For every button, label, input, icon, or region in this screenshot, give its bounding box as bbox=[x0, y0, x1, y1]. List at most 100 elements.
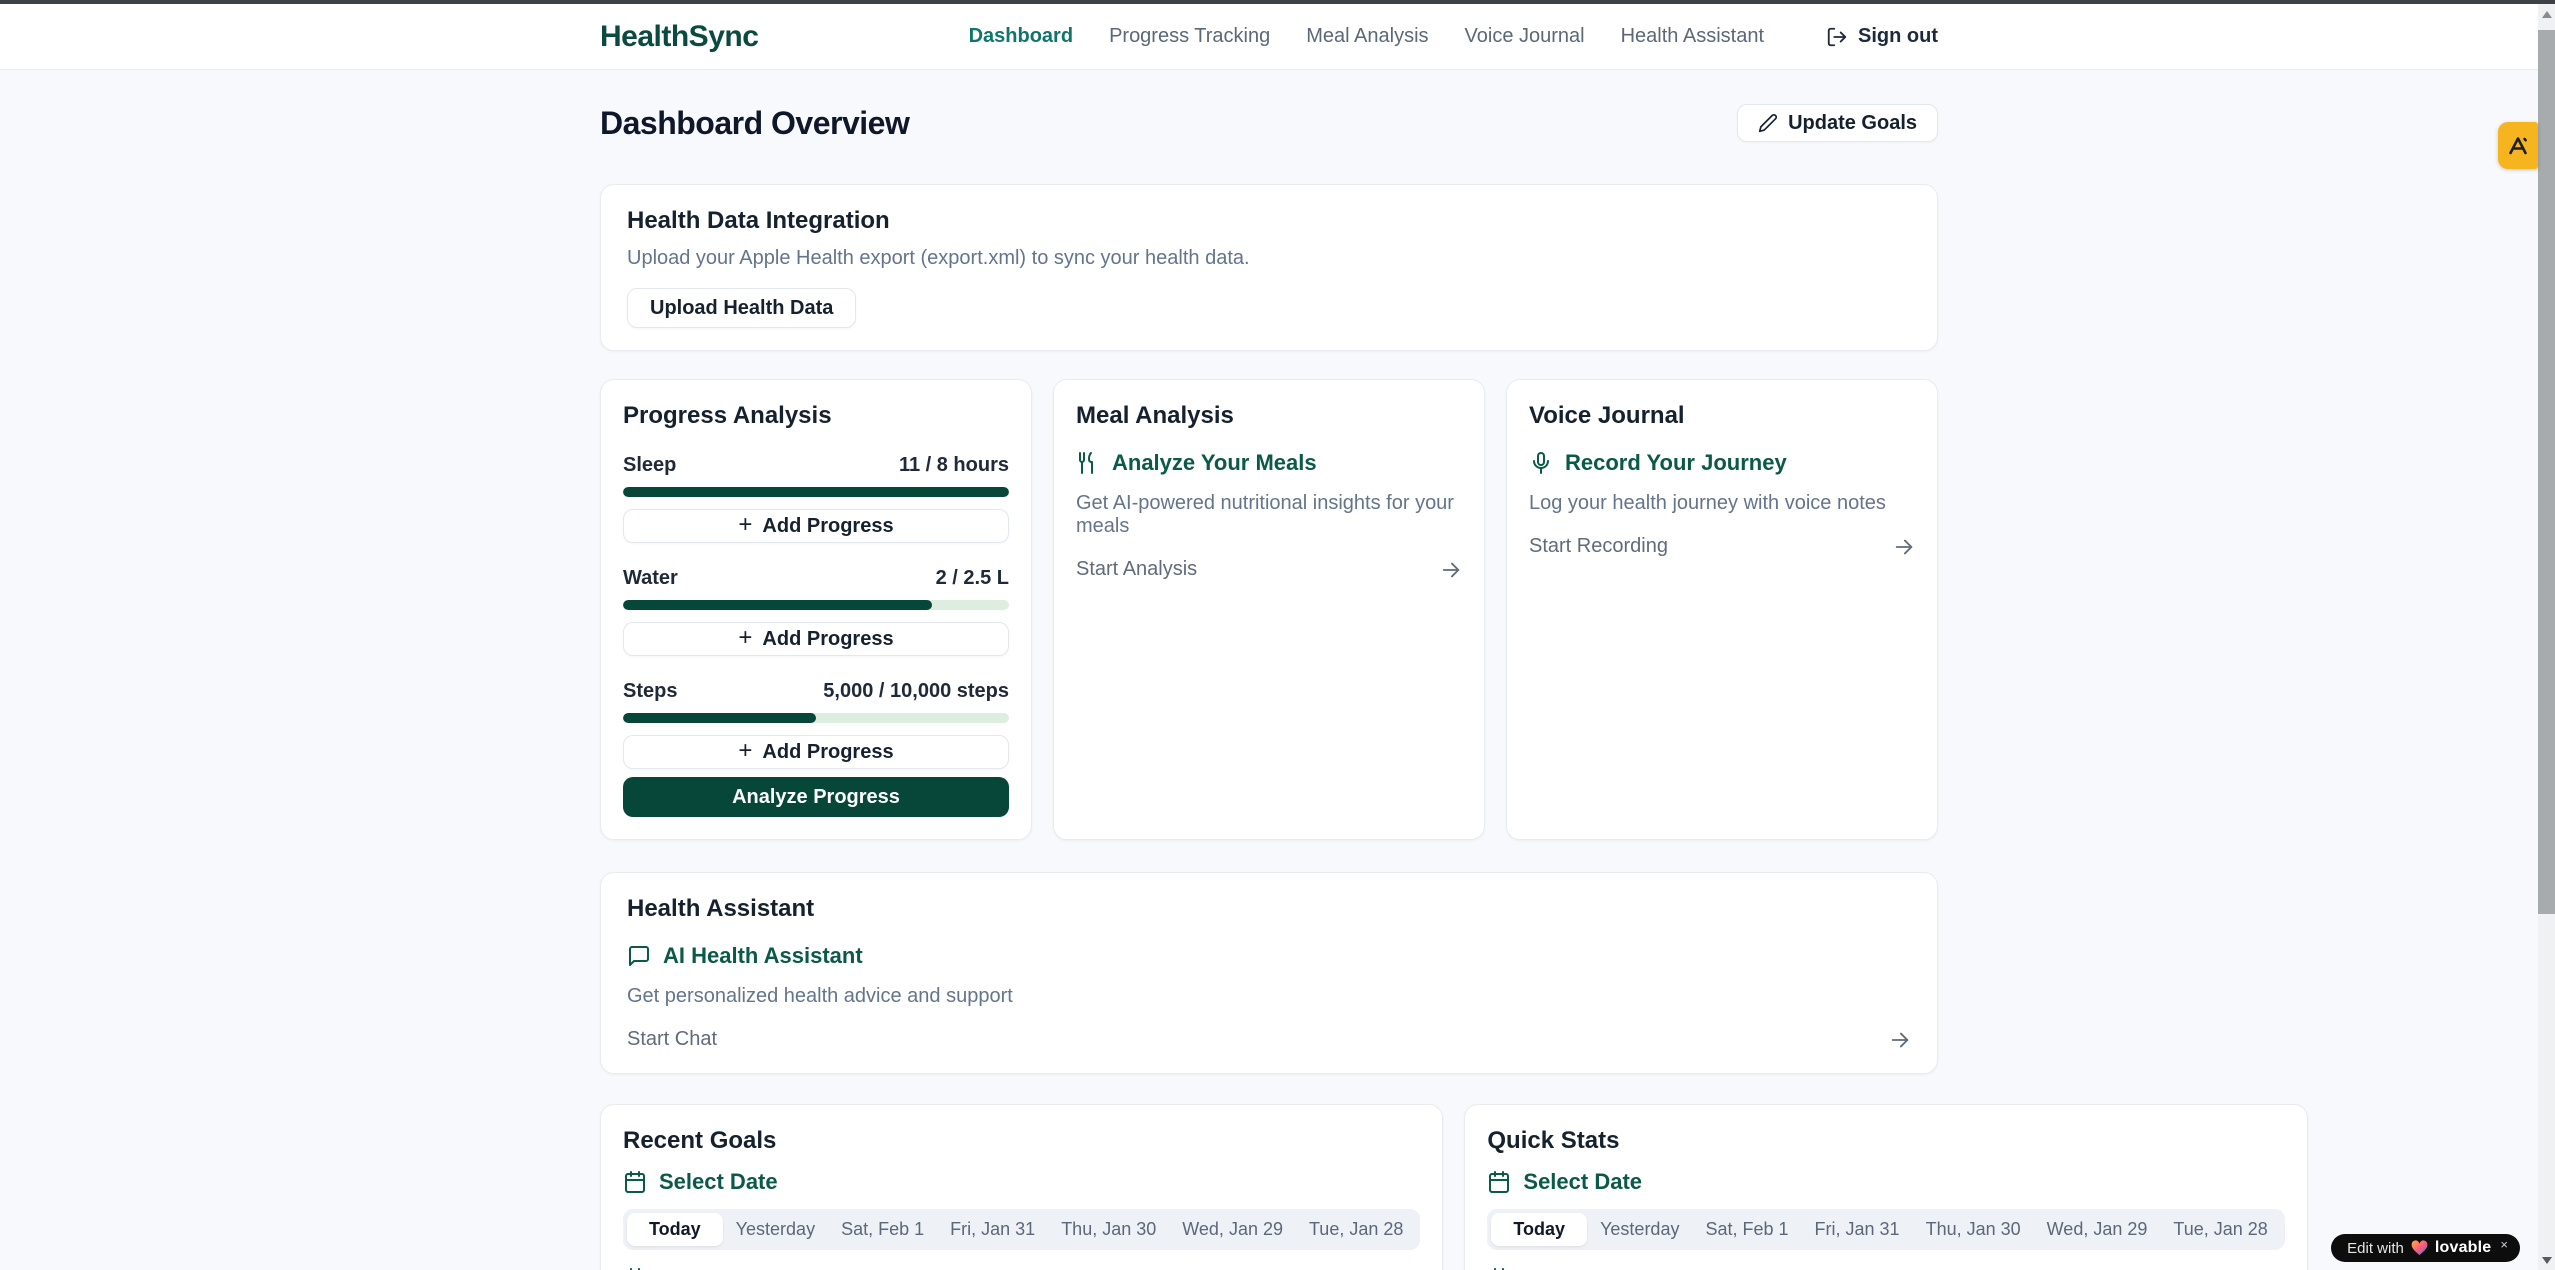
browser-top-strip bbox=[0, 0, 2555, 4]
start-recording-action[interactable]: Start Recording bbox=[1529, 535, 1915, 558]
add-progress-button-steps[interactable]: + Add Progress bbox=[623, 735, 1009, 769]
date-tab-tue-jan-28[interactable]: Tue, Jan 28 bbox=[2160, 1213, 2280, 1246]
date-tab-fri-jan-31[interactable]: Fri, Jan 31 bbox=[937, 1213, 1048, 1246]
plus-icon: + bbox=[738, 626, 752, 650]
add-progress-button-water[interactable]: + Add Progress bbox=[623, 622, 1009, 656]
analyze-your-meals-label: Analyze Your Meals bbox=[1112, 450, 1317, 476]
recent-goals-select-date[interactable]: Select Date bbox=[623, 1169, 1420, 1195]
microphone-icon bbox=[1529, 451, 1553, 475]
progress-analysis-card: Progress Analysis Sleep 11 / 8 hours + A… bbox=[600, 379, 1032, 840]
update-goals-label: Update Goals bbox=[1788, 112, 1917, 135]
health-assistant-title: Health Assistant bbox=[627, 895, 1911, 923]
start-chat-label: Start Chat bbox=[627, 1028, 717, 1051]
quick-stats-card: Quick Stats Select Date Today Yesterday … bbox=[1464, 1104, 2307, 1270]
add-progress-button-sleep[interactable]: + Add Progress bbox=[623, 509, 1009, 543]
arrow-right-icon bbox=[1440, 559, 1462, 581]
nav-link-dashboard[interactable]: Dashboard bbox=[969, 25, 1073, 48]
tracker-label: Sleep bbox=[623, 454, 676, 477]
progress-analysis-title: Progress Analysis bbox=[623, 402, 1009, 430]
date-tab-sat-feb-1[interactable]: Sat, Feb 1 bbox=[1692, 1213, 1801, 1246]
recent-goals-current-date[interactable]: February 3, 2025 bbox=[623, 1266, 1420, 1270]
start-analysis-label: Start Analysis bbox=[1076, 558, 1197, 581]
ai-health-assistant-label: AI Health Assistant bbox=[663, 943, 863, 969]
integration-title: Health Data Integration bbox=[627, 207, 1911, 235]
scrollbar-thumb[interactable] bbox=[2538, 30, 2555, 914]
main-nav: Dashboard Progress Tracking Meal Analysi… bbox=[969, 25, 1938, 48]
main-content: Dashboard Overview Update Goals Health D… bbox=[600, 70, 1938, 1270]
record-your-journey-link[interactable]: Record Your Journey bbox=[1529, 450, 1915, 476]
ai-health-assistant-link[interactable]: AI Health Assistant bbox=[627, 943, 1911, 969]
health-assistant-description: Get personalized health advice and suppo… bbox=[627, 985, 1911, 1008]
date-tab-sat-feb-1[interactable]: Sat, Feb 1 bbox=[828, 1213, 937, 1246]
date-tab-wed-jan-29[interactable]: Wed, Jan 29 bbox=[2034, 1213, 2161, 1246]
quick-stats-current-date[interactable]: February 3, 2025 bbox=[1487, 1266, 2284, 1270]
floating-extension-badge[interactable] bbox=[2498, 122, 2538, 169]
nav-link-meal-analysis[interactable]: Meal Analysis bbox=[1306, 25, 1428, 48]
add-progress-label: Add Progress bbox=[762, 741, 893, 764]
nav-link-voice-journal[interactable]: Voice Journal bbox=[1465, 25, 1585, 48]
current-date-label: February 3, 2025 bbox=[661, 1266, 835, 1270]
tracker-sleep: Sleep 11 / 8 hours + Add Progress bbox=[623, 454, 1009, 543]
analyze-your-meals-link[interactable]: Analyze Your Meals bbox=[1076, 450, 1462, 476]
chat-bubble-icon bbox=[627, 944, 651, 968]
recent-goals-date-tabs: Today Yesterday Sat, Feb 1 Fri, Jan 31 T… bbox=[623, 1209, 1420, 1250]
date-tab-yesterday[interactable]: Yesterday bbox=[723, 1213, 828, 1246]
meal-analysis-title: Meal Analysis bbox=[1076, 402, 1462, 430]
tracker-value: 2 / 2.5 L bbox=[936, 567, 1009, 590]
page-title: Dashboard Overview bbox=[600, 105, 909, 142]
arrow-right-icon bbox=[1889, 1029, 1911, 1051]
voice-journal-description: Log your health journey with voice notes bbox=[1529, 492, 1915, 515]
date-tab-wed-jan-29[interactable]: Wed, Jan 29 bbox=[1169, 1213, 1296, 1246]
current-date-label: February 3, 2025 bbox=[1525, 1266, 1699, 1270]
app-header: HealthSync Dashboard Progress Tracking M… bbox=[0, 4, 2538, 70]
analyze-progress-button[interactable]: Analyze Progress bbox=[623, 777, 1009, 817]
select-date-label: Select Date bbox=[659, 1169, 778, 1195]
date-tab-fri-jan-31[interactable]: Fri, Jan 31 bbox=[1802, 1213, 1913, 1246]
signout-button[interactable]: Sign out bbox=[1826, 25, 1938, 48]
scrollbar-down-arrow[interactable] bbox=[2538, 1252, 2555, 1268]
lovable-brand-label: lovable bbox=[2435, 1239, 2492, 1257]
tracker-water: Water 2 / 2.5 L + Add Progress bbox=[623, 567, 1009, 656]
water-progress-bar bbox=[623, 600, 1009, 610]
date-tab-thu-jan-30[interactable]: Thu, Jan 30 bbox=[1913, 1213, 2034, 1246]
heart-icon bbox=[2411, 1240, 2428, 1256]
tracker-label: Steps bbox=[623, 680, 677, 703]
health-data-integration-card: Health Data Integration Upload your Appl… bbox=[600, 184, 1938, 351]
quick-stats-date-tabs: Today Yesterday Sat, Feb 1 Fri, Jan 31 T… bbox=[1487, 1209, 2284, 1250]
scrollbar-up-arrow[interactable] bbox=[2538, 6, 2555, 22]
brand-logo[interactable]: HealthSync bbox=[600, 20, 758, 54]
add-progress-label: Add Progress bbox=[762, 628, 893, 651]
lovable-close-icon[interactable]: × bbox=[2500, 1237, 2508, 1252]
quick-stats-select-date[interactable]: Select Date bbox=[1487, 1169, 2284, 1195]
date-tab-tue-jan-28[interactable]: Tue, Jan 28 bbox=[1296, 1213, 1416, 1246]
date-tab-today[interactable]: Today bbox=[1491, 1213, 1587, 1246]
add-progress-label: Add Progress bbox=[762, 515, 893, 538]
meal-analysis-card: Meal Analysis Analyze Your Meals Get AI-… bbox=[1053, 379, 1485, 840]
steps-progress-bar bbox=[623, 713, 1009, 723]
tracker-value: 5,000 / 10,000 steps bbox=[823, 680, 1009, 703]
update-goals-button[interactable]: Update Goals bbox=[1737, 104, 1938, 142]
meal-analysis-description: Get AI-powered nutritional insights for … bbox=[1076, 492, 1462, 538]
nav-link-progress-tracking[interactable]: Progress Tracking bbox=[1109, 25, 1270, 48]
app-viewport: HealthSync Dashboard Progress Tracking M… bbox=[0, 4, 2538, 1270]
browser-scrollbar[interactable] bbox=[2538, 4, 2555, 1270]
sleep-progress-bar bbox=[623, 487, 1009, 497]
pencil-icon bbox=[1758, 113, 1778, 133]
health-assistant-card: Health Assistant AI Health Assistant Get… bbox=[600, 872, 1938, 1074]
plus-icon: + bbox=[738, 513, 752, 537]
voice-journal-card: Voice Journal Record Your Journey Log yo… bbox=[1506, 379, 1938, 840]
calendar-icon bbox=[623, 1170, 647, 1194]
edit-with-lovable-badge[interactable]: Edit with lovable × bbox=[2331, 1234, 2520, 1262]
date-tab-yesterday[interactable]: Yesterday bbox=[1587, 1213, 1692, 1246]
upload-health-data-button[interactable]: Upload Health Data bbox=[627, 288, 856, 328]
date-tab-thu-jan-30[interactable]: Thu, Jan 30 bbox=[1048, 1213, 1169, 1246]
select-date-label: Select Date bbox=[1523, 1169, 1642, 1195]
start-analysis-action[interactable]: Start Analysis bbox=[1076, 558, 1462, 581]
nav-link-health-assistant[interactable]: Health Assistant bbox=[1621, 25, 1764, 48]
start-chat-action[interactable]: Start Chat bbox=[627, 1028, 1911, 1051]
tracker-label: Water bbox=[623, 567, 678, 590]
recent-goals-title: Recent Goals bbox=[623, 1127, 1420, 1155]
tracker-steps: Steps 5,000 / 10,000 steps + Add Progres… bbox=[623, 680, 1009, 769]
record-your-journey-label: Record Your Journey bbox=[1565, 450, 1787, 476]
date-tab-today[interactable]: Today bbox=[627, 1213, 723, 1246]
